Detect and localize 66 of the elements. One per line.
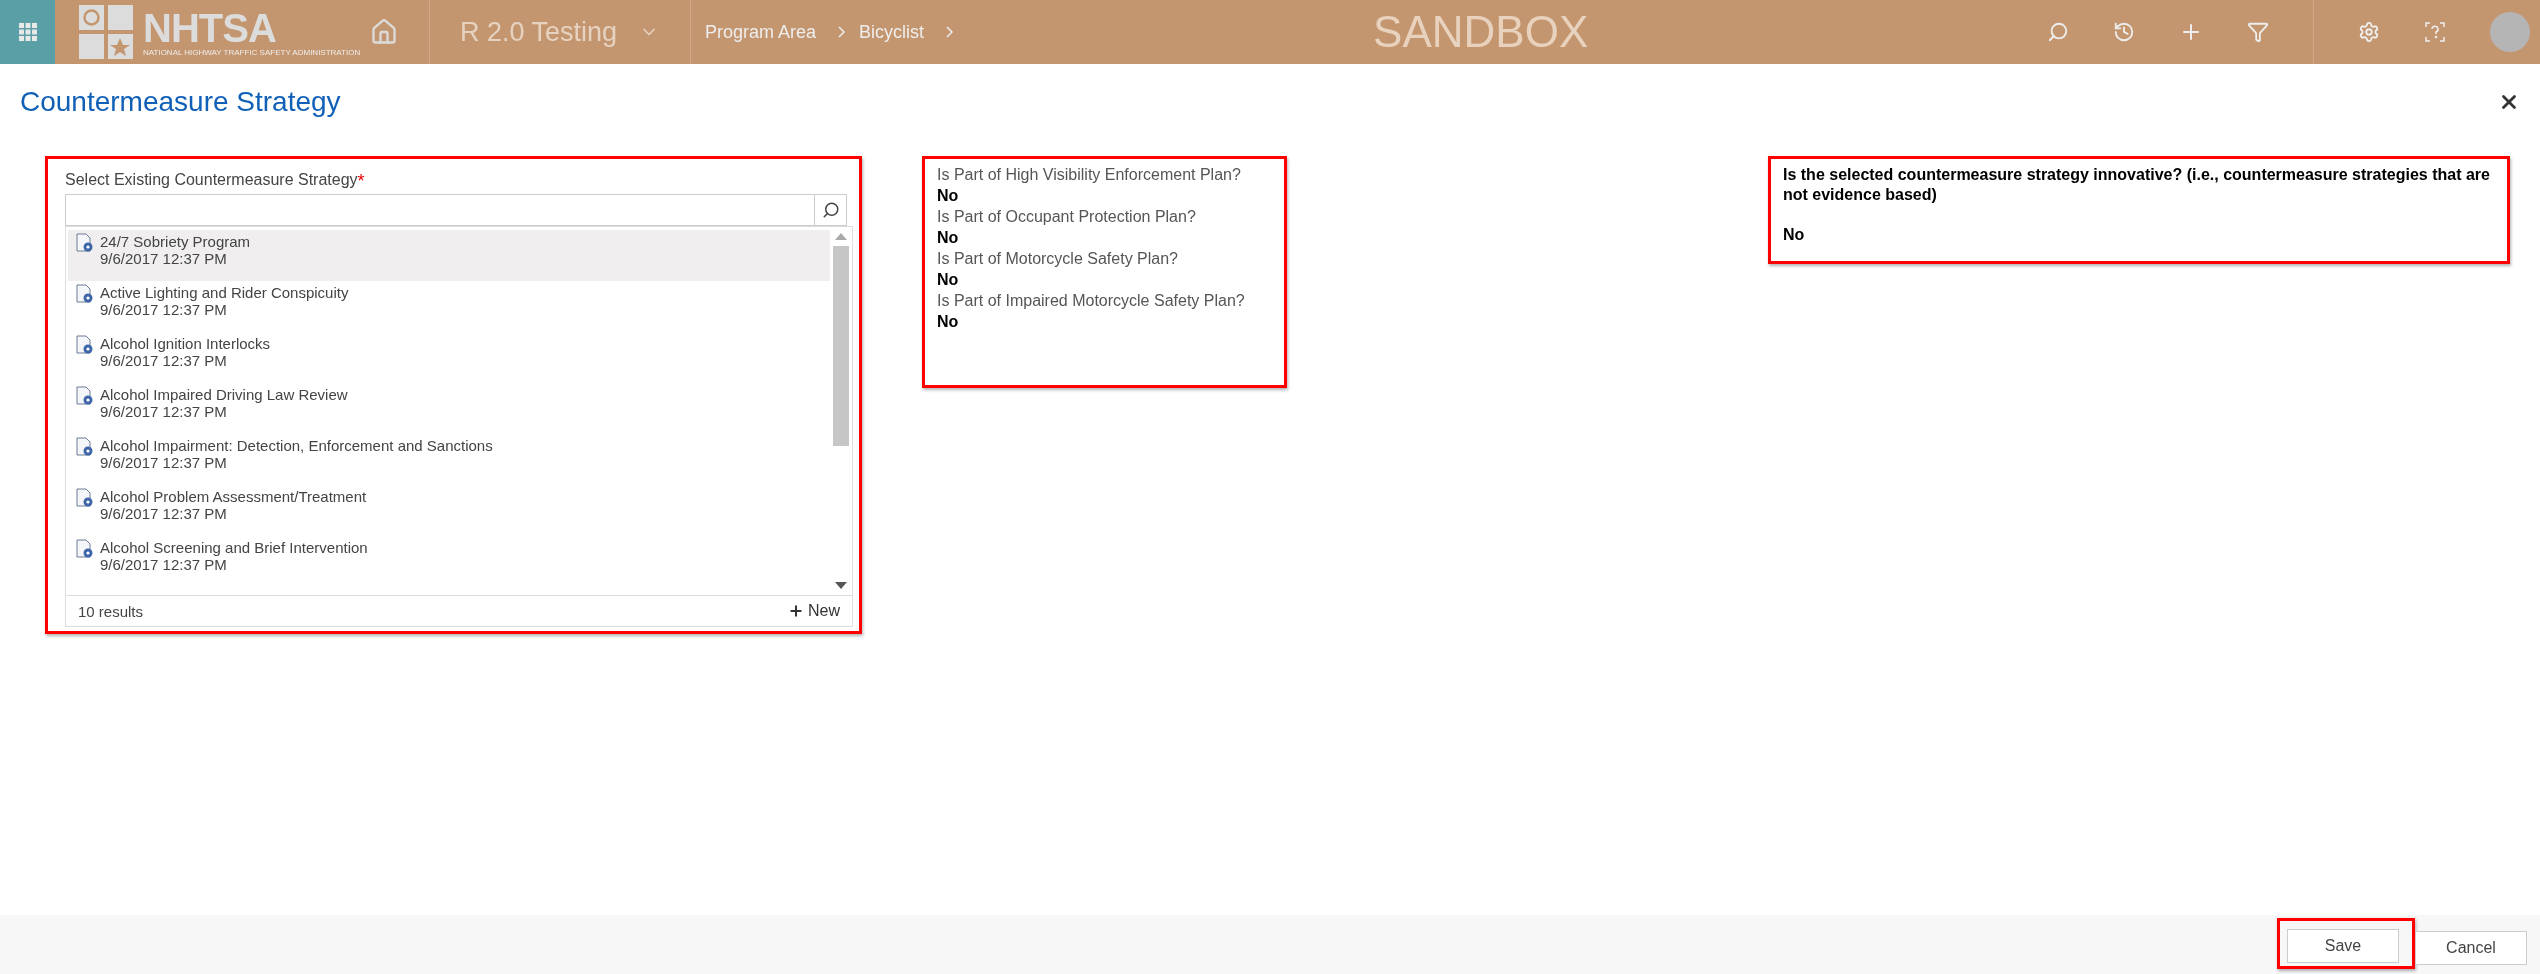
scroll-down-icon[interactable]	[835, 582, 847, 589]
document-gear-icon	[76, 233, 94, 253]
result-item[interactable]: Alcohol Ignition Interlocks 9/6/2017 12:37 PM	[68, 332, 830, 383]
plus-icon	[788, 603, 804, 619]
result-item[interactable]: Alcohol Impaired Driving Law Review 9/6/2017 12:37 PM	[68, 383, 830, 434]
help-icon[interactable]	[2424, 21, 2446, 43]
field-label: Is Part of Motorcycle Safety Plan?	[937, 249, 1179, 268]
environment-label: SANDBOX	[1373, 7, 1589, 57]
field-value: No	[937, 186, 960, 206]
result-item[interactable]: Alcohol Problem Assessment/Treatment 9/6/2017 12:37 PM	[68, 485, 830, 536]
result-item[interactable]: 24/7 Sobriety Program 9/6/2017 12:37 PM	[68, 230, 830, 281]
result-date: 9/6/2017 12:37 PM	[100, 403, 228, 420]
settings-icon[interactable]	[2358, 21, 2380, 43]
search-icon[interactable]	[2047, 21, 2069, 43]
result-name: Alcohol Screening and Brief Intervention	[100, 539, 368, 556]
result-name: Alcohol Problem Assessment/Treatment	[100, 488, 367, 505]
document-gear-icon	[76, 539, 94, 559]
field-value: No	[937, 228, 960, 248]
result-name: Alcohol Impaired Driving Law Review	[100, 386, 348, 403]
result-date: 9/6/2017 12:37 PM	[100, 454, 228, 471]
apps-menu-button[interactable]	[0, 0, 55, 64]
question-label: Is the selected countermeasure strategy innovative? (i.e., countermeasure strategies that are not evidence based)	[1783, 165, 2491, 205]
result-name: 24/7 Sobriety Program	[100, 233, 251, 250]
save-button[interactable]: Save	[2287, 929, 2399, 963]
result-name: Alcohol Ignition Interlocks	[100, 335, 271, 352]
lookup-search-field[interactable]	[65, 194, 847, 226]
search-icon	[821, 201, 840, 219]
field-label: Is Part of High Visibility Enforcement Plan?	[937, 165, 1242, 184]
dialog-title: Countermeasure Strategy	[20, 86, 341, 118]
field-value: No	[937, 312, 960, 332]
document-gear-icon	[76, 284, 94, 304]
safety-signs-logo-icon	[79, 5, 133, 59]
new-button[interactable]: New	[788, 602, 840, 620]
filter-icon[interactable]	[2247, 21, 2269, 43]
result-name: Active Lighting and Rider Conspicuity	[100, 284, 349, 301]
result-item[interactable]: Alcohol Impairment: Detection, Enforcement and Sanctions 9/6/2017 12:37 PM	[68, 434, 830, 485]
result-name: Alcohol Impairment: Detection, Enforcement and Sanctions	[100, 437, 493, 454]
grid-menu-icon	[18, 23, 37, 41]
result-item[interactable]: Active Lighting and Rider Conspicuity 9/6/2017 12:37 PM	[68, 281, 830, 332]
chevron-right-icon	[838, 26, 846, 38]
scrollbar-thumb[interactable]	[833, 246, 849, 446]
chevron-right-icon	[946, 26, 954, 38]
field-value: No	[937, 270, 960, 290]
logo-subtitle: NATIONAL HIGHWAY TRAFFIC SAFETY ADMINISTRATION	[143, 47, 361, 57]
field-label: Is Part of Occupant Protection Plan?	[937, 207, 1197, 226]
results-count: 10 results	[78, 602, 144, 620]
logo-name: NHTSA	[143, 7, 277, 48]
field-label: Select Existing Countermeasure Strategy	[65, 171, 358, 188]
scroll-up-icon[interactable]	[835, 233, 847, 240]
field-value: No	[1783, 225, 1806, 245]
result-item[interactable]: Alcohol Screening and Brief Intervention 9/6/2017 12:37 PM	[68, 536, 830, 587]
document-gear-icon	[76, 386, 94, 406]
result-date: 9/6/2017 12:37 PM	[100, 505, 228, 522]
result-date: 9/6/2017 12:37 PM	[100, 250, 228, 267]
document-gear-icon	[76, 437, 94, 457]
document-gear-icon	[76, 488, 94, 508]
history-icon[interactable]	[2113, 21, 2135, 43]
required-mark: *	[357, 171, 365, 191]
user-avatar[interactable]	[2490, 12, 2530, 52]
home-icon[interactable]	[370, 18, 399, 46]
result-date: 9/6/2017 12:37 PM	[100, 352, 228, 369]
cancel-button[interactable]: Cancel	[2415, 930, 2527, 965]
result-date: 9/6/2017 12:37 PM	[100, 301, 228, 318]
document-gear-icon	[76, 335, 94, 355]
result-date: 9/6/2017 12:37 PM	[100, 556, 228, 573]
field-label: Is Part of Impaired Motorcycle Safety Plan?	[937, 291, 1246, 310]
